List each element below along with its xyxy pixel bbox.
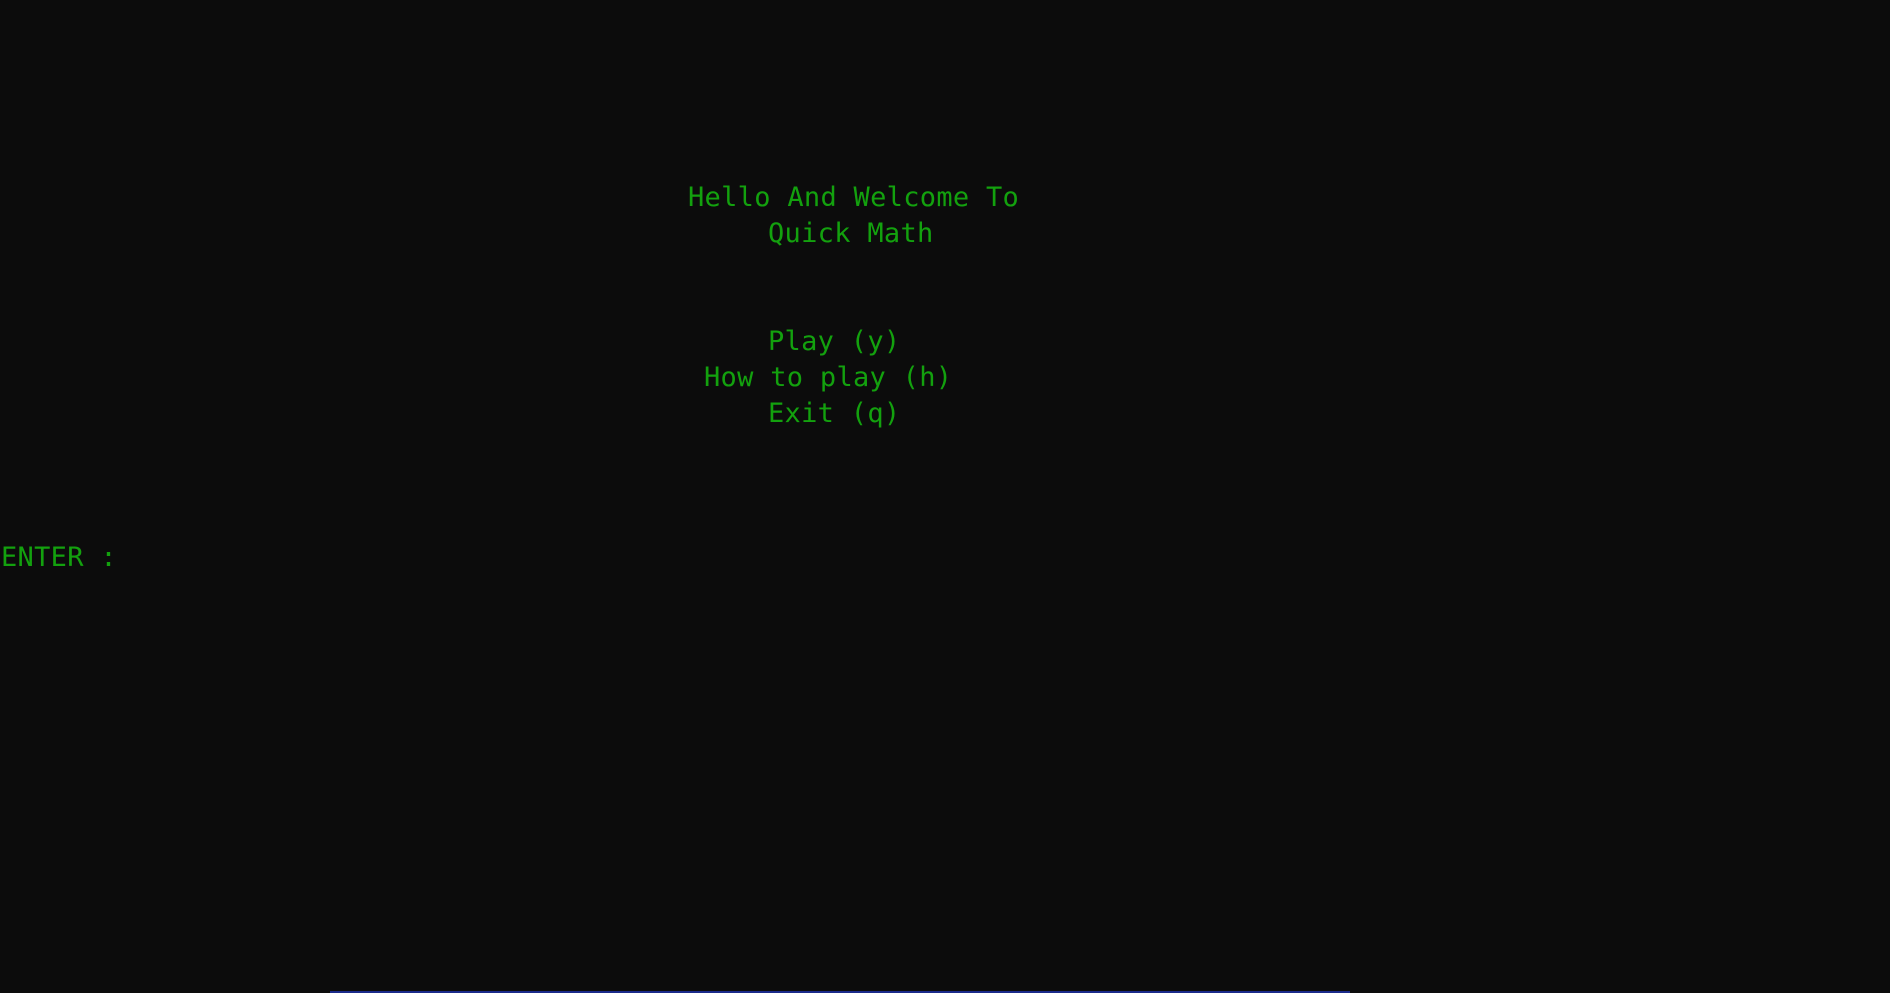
welcome-heading-line-1: Hello And Welcome To bbox=[688, 182, 1020, 213]
console-input[interactable] bbox=[126, 540, 326, 576]
menu-option-how-to-play: How to play (h) bbox=[704, 362, 953, 393]
welcome-heading-line-2: Quick Math bbox=[768, 218, 934, 249]
enter-prompt-label: ENTER : bbox=[1, 542, 117, 573]
console-window: Hello And Welcome To Quick Math Play (y)… bbox=[0, 0, 1890, 991]
menu-option-exit: Exit (q) bbox=[768, 398, 901, 429]
menu-option-play: Play (y) bbox=[768, 326, 901, 357]
